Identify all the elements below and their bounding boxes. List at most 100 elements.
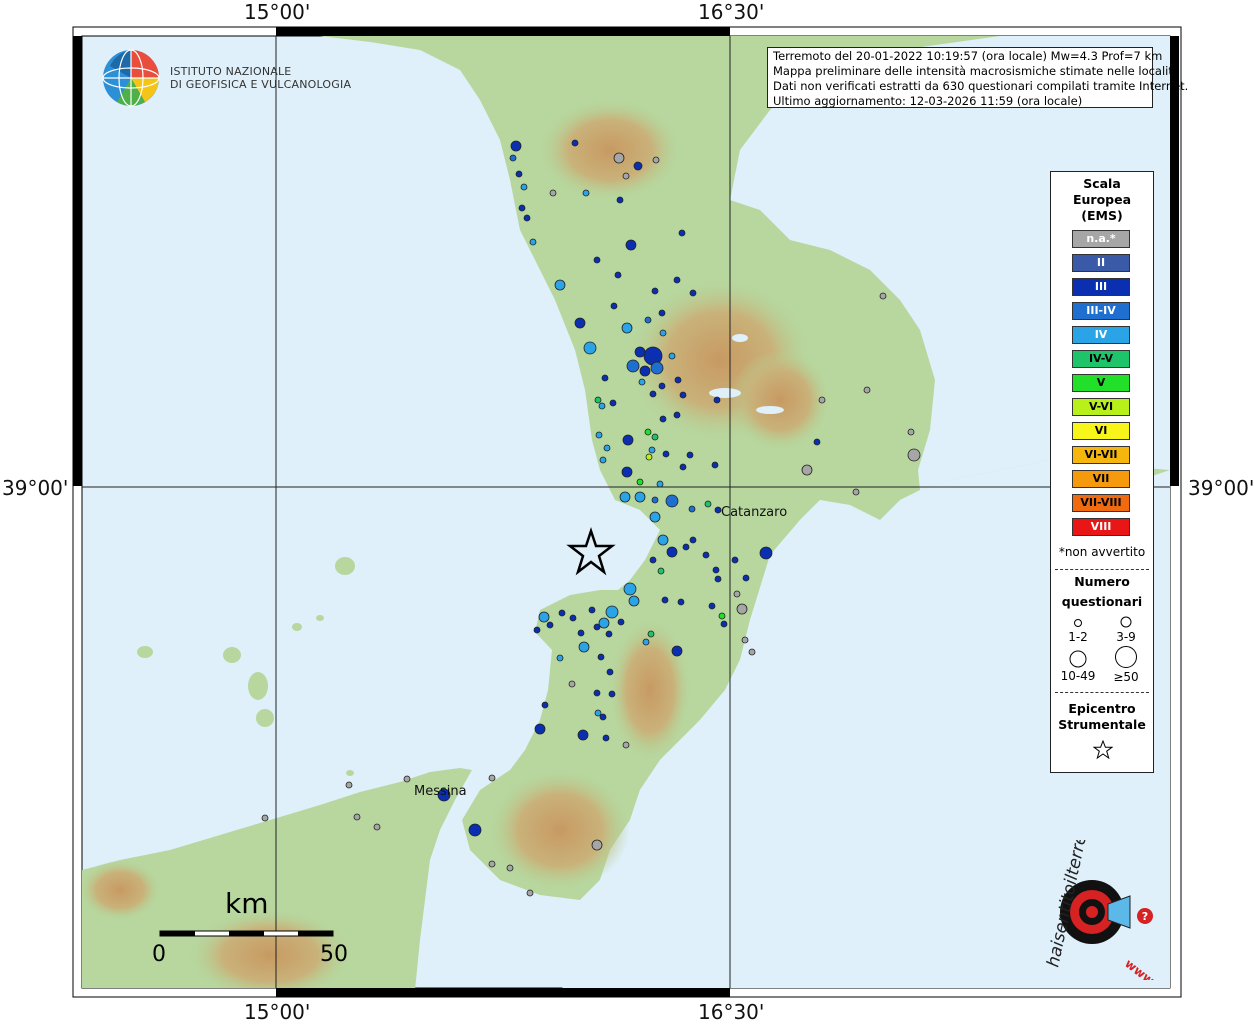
legend-divider-2 (1055, 692, 1149, 693)
point (659, 415, 667, 423)
point (602, 734, 610, 742)
point (651, 496, 659, 504)
point (583, 341, 597, 355)
point (571, 139, 579, 147)
lat-label-left: 39°00' (2, 476, 69, 500)
point (608, 690, 616, 698)
point (520, 183, 528, 191)
ingv-line1: ISTITUTO NAZIONALE (170, 65, 292, 78)
point (595, 431, 603, 439)
point (662, 450, 670, 458)
point (621, 322, 633, 334)
site-logo-text: haisentitoilterremoto.it www. (1043, 840, 1160, 980)
epicenter-legend-star-icon (1093, 740, 1113, 760)
point (801, 464, 813, 476)
point (345, 781, 353, 789)
point (591, 839, 603, 851)
ingv-line2: DI GEOFISICA E VULCANOLOGIA (170, 78, 352, 91)
point (711, 461, 719, 469)
point (628, 595, 640, 607)
point (601, 374, 609, 382)
point (506, 864, 514, 872)
point (736, 603, 748, 615)
point (645, 453, 653, 461)
count-title-1: Numero (1074, 574, 1130, 589)
point (353, 813, 361, 821)
point (673, 276, 681, 284)
point (818, 396, 826, 404)
site-url-prefix: www. (1122, 956, 1160, 980)
event-info-box: Terremoto del 20-01-2022 10:19:57 (ora l… (767, 47, 1188, 108)
point (373, 823, 381, 831)
point (863, 386, 871, 394)
count-label-1: 1-2 (1068, 630, 1088, 644)
point (661, 596, 669, 604)
site-url: haisentitoilterremoto.it (1043, 840, 1104, 969)
point (708, 602, 716, 610)
point (689, 536, 697, 544)
point (577, 629, 585, 637)
point (679, 391, 687, 399)
point (671, 645, 683, 657)
lon-label-bottom-right: 16°30' (698, 1000, 765, 1024)
point (657, 534, 669, 546)
point (518, 204, 526, 212)
point (622, 434, 634, 446)
not-felt-note: *non avvertito (1058, 545, 1146, 559)
point (261, 814, 269, 822)
count-label-3: 10-49 (1060, 669, 1096, 683)
point (558, 609, 566, 617)
scale-max: 50 (320, 942, 348, 967)
ems-item: VIII (1072, 518, 1130, 536)
point (488, 860, 496, 868)
point (622, 741, 630, 749)
point (599, 713, 607, 721)
point (556, 654, 564, 662)
point (704, 500, 712, 508)
point (674, 376, 682, 384)
ems-item: IV (1072, 326, 1130, 344)
place-messina: Messina (414, 784, 467, 799)
count-title-2: questionari (1061, 594, 1143, 609)
point (907, 448, 921, 462)
count-label-4: ≥50 (1113, 670, 1139, 684)
point (658, 309, 666, 317)
point (731, 556, 739, 564)
ems-item: n.a.* (1072, 230, 1130, 248)
point (614, 271, 622, 279)
point (656, 480, 664, 488)
point (649, 556, 657, 564)
point (714, 575, 722, 583)
point (623, 582, 637, 596)
epicenter-title-2: Strumentale (1058, 717, 1146, 732)
scale-bar (159, 930, 334, 937)
point (598, 617, 610, 629)
point (679, 463, 687, 471)
lat-label-right: 39°00' (1188, 476, 1254, 500)
point (759, 546, 773, 560)
point (633, 161, 643, 171)
last-update: Ultimo aggiornamento: 12-03-2026 11:59 (… (773, 94, 1083, 108)
point (682, 543, 690, 551)
point (652, 156, 660, 164)
point (659, 329, 667, 337)
point (598, 402, 606, 410)
ems-item: II (1072, 254, 1130, 272)
point (533, 626, 541, 634)
point (616, 196, 624, 204)
point (605, 630, 613, 638)
point (577, 729, 589, 741)
point (594, 709, 602, 717)
point (639, 365, 651, 377)
point (677, 598, 685, 606)
point (658, 382, 666, 390)
point (651, 433, 659, 441)
ems-item: VII-VIII (1072, 494, 1130, 512)
point (651, 287, 659, 295)
point (649, 511, 661, 523)
point (597, 653, 605, 661)
lon-label-top-left: 15°00' (244, 0, 311, 24)
lon-label-bottom-left: 15°00' (244, 1000, 311, 1024)
point (593, 689, 601, 697)
point (538, 611, 550, 623)
